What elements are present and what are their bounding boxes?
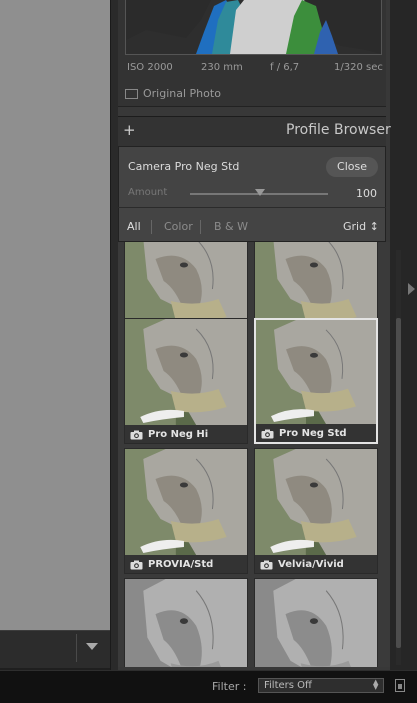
lock-icon[interactable] bbox=[395, 679, 405, 692]
profile-label: Velvia/Vivid bbox=[278, 558, 344, 570]
current-profile-name: Camera Pro Neg Std bbox=[128, 160, 240, 173]
profile-label: Pro Neg Hi bbox=[148, 428, 209, 440]
filter-label: Filter : bbox=[212, 680, 247, 693]
close-button[interactable]: Close bbox=[326, 157, 378, 177]
profile-tile[interactable]: Velvia/Vivid bbox=[254, 448, 378, 574]
filter-tab-color[interactable]: Color bbox=[164, 220, 193, 233]
profile-tile[interactable] bbox=[124, 578, 248, 667]
tab-divider bbox=[200, 220, 201, 234]
profile-tile[interactable] bbox=[254, 578, 378, 667]
aperture-readout: f / 6,7 bbox=[270, 62, 300, 73]
profile-caption: Velvia/Vivid bbox=[255, 555, 377, 573]
filter-tab-bw[interactable]: B & W bbox=[214, 220, 248, 233]
histogram-graph[interactable] bbox=[125, 0, 382, 55]
amount-slider-thumb[interactable] bbox=[255, 189, 265, 196]
amount-value[interactable]: 100 bbox=[356, 187, 377, 200]
tab-divider bbox=[151, 220, 152, 234]
profile-caption: PROVIA/Std bbox=[125, 555, 247, 573]
camera-icon bbox=[260, 555, 273, 574]
profile-preview-image bbox=[125, 579, 247, 667]
camera-icon bbox=[261, 424, 274, 443]
profile-tile[interactable]: PROVIA/Std bbox=[124, 448, 248, 574]
profile-preview-image bbox=[256, 320, 376, 424]
collapse-panel-arrow-icon[interactable] bbox=[408, 283, 415, 295]
right-panel-edge bbox=[390, 0, 417, 670]
profile-preview-image bbox=[125, 449, 247, 555]
profile-label: PROVIA/Std bbox=[148, 558, 214, 570]
profile-caption: Pro Neg Std bbox=[256, 424, 376, 442]
profile-preview-image bbox=[125, 319, 247, 425]
add-profile-icon[interactable]: + bbox=[123, 121, 136, 139]
camera-icon bbox=[130, 425, 143, 444]
photo-canvas[interactable] bbox=[0, 0, 110, 630]
shutter-readout: 1/320 sec bbox=[334, 62, 383, 73]
focal-length-readout: 230 mm bbox=[201, 62, 243, 73]
profile-tile[interactable]: Pro Neg Std bbox=[254, 318, 378, 444]
camera-icon bbox=[130, 555, 143, 574]
profile-caption: Pro Neg Hi bbox=[125, 425, 247, 443]
toolbar-menu-arrow-icon[interactable] bbox=[86, 643, 98, 650]
divider bbox=[118, 207, 386, 208]
profile-preview-image bbox=[255, 579, 377, 667]
iso-readout: ISO 2000 bbox=[127, 62, 173, 73]
amount-label: Amount bbox=[128, 187, 168, 198]
profile-label: Pro Neg Std bbox=[279, 427, 347, 439]
original-photo-checkbox[interactable] bbox=[125, 89, 138, 99]
filter-tab-all[interactable]: All bbox=[127, 220, 141, 233]
scrollbar-thumb[interactable] bbox=[396, 318, 401, 648]
profile-preview-image bbox=[255, 449, 377, 555]
original-photo-label: Original Photo bbox=[143, 87, 221, 100]
toolbar-divider bbox=[76, 634, 77, 662]
filter-select[interactable]: Filters Off bbox=[258, 678, 384, 693]
filter-stepper-icon[interactable]: ▲ ▼ bbox=[373, 679, 378, 691]
profile-tile[interactable]: Pro Neg Hi bbox=[124, 318, 248, 444]
profile-grid: ASTIA/SoftCLASSIC CHROMEPro Neg HiPro Ne… bbox=[118, 242, 390, 667]
profile-browser-title: Profile Browser bbox=[286, 122, 391, 138]
view-mode-select[interactable]: Grid ↕ bbox=[343, 220, 379, 233]
